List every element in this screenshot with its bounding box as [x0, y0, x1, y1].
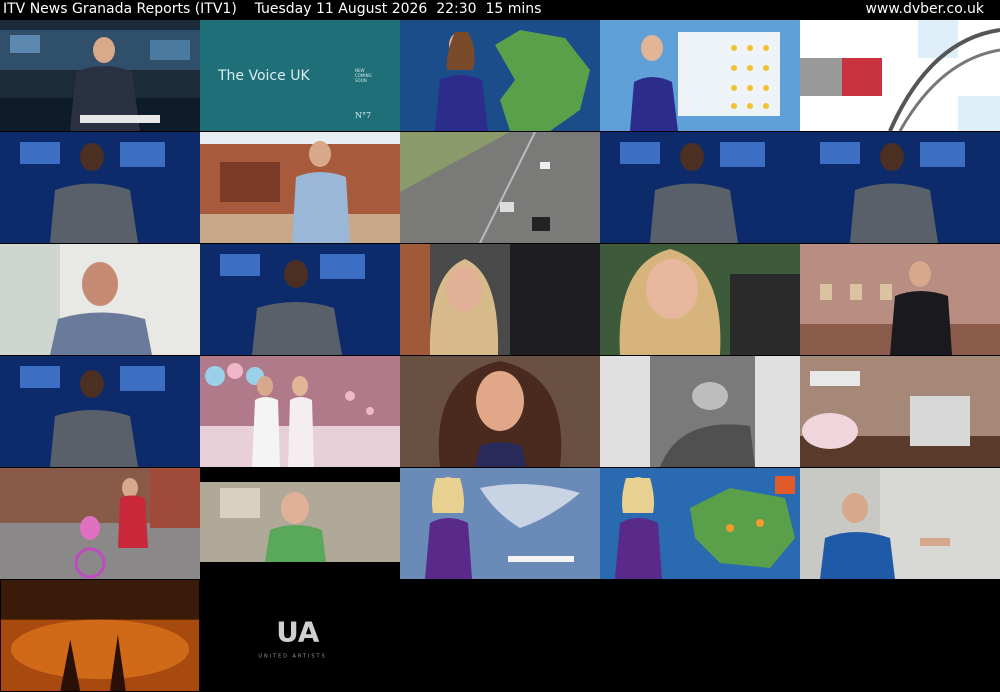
- thumbnail-sunset-feet[interactable]: [0, 580, 200, 692]
- thumbnail-wheelchair-street[interactable]: [0, 468, 200, 579]
- united-artists-text: UNITED ARTISTS: [258, 653, 326, 659]
- thumbnail-grid: The Voice UK NEW COMING SOON N°7 UA UNIT…: [0, 20, 1000, 692]
- no7-brand: N°7: [355, 111, 371, 120]
- thumbnail-united-artists-logo[interactable]: UA UNITED ARTISTS: [200, 580, 400, 692]
- thumbnail-rollercoaster[interactable]: [800, 20, 1000, 131]
- svg-text:SOON: SOON: [355, 78, 367, 83]
- thumbnail-empty: [600, 580, 800, 692]
- thumbnail-presenter-studio[interactable]: [0, 132, 200, 243]
- thumbnail-video-call-man[interactable]: [0, 244, 200, 355]
- thumbnail-woman-speaking[interactable]: [400, 356, 600, 467]
- ua-logo: UA: [276, 615, 320, 648]
- thumbnail-weather-outlook-presenter[interactable]: [600, 20, 800, 131]
- thumbnail-man-outside-building[interactable]: [200, 132, 400, 243]
- thumbnail-presenter-studio-3[interactable]: [800, 132, 1000, 243]
- thumbnail-presenter-studio-5[interactable]: [0, 356, 200, 467]
- thumbnail-newsreader-desk[interactable]: [0, 20, 200, 131]
- site-link[interactable]: www.dvber.co.uk: [865, 0, 984, 19]
- thumbnail-nursery-room[interactable]: [800, 356, 1000, 467]
- thumbnail-boy-indoors[interactable]: [200, 468, 400, 579]
- thumbnail-weather-clouds-presenter[interactable]: [400, 468, 600, 579]
- thumbnail-motorway[interactable]: [400, 132, 600, 243]
- voice-uk-text: The Voice UK: [217, 68, 310, 84]
- thumbnail-voice-uk-ad[interactable]: The Voice UK NEW COMING SOON N°7: [200, 20, 400, 131]
- thumbnail-empty: [400, 580, 600, 692]
- thumbnail-man-in-lift[interactable]: [800, 468, 1000, 579]
- thumbnail-gender-reveal-party[interactable]: [200, 356, 400, 467]
- header-bar: ITV News Granada Reports (ITV1) Tuesday …: [0, 0, 1000, 20]
- thumbnail-presenter-studio-2[interactable]: [600, 132, 800, 243]
- thumbnail-weather-map-presenter[interactable]: [400, 20, 600, 131]
- thumbnail-empty: [800, 580, 1000, 692]
- thumbnail-woman-interview[interactable]: [400, 244, 600, 355]
- programme-title: ITV News Granada Reports (ITV1) Tuesday …: [3, 1, 542, 17]
- thumbnail-weather-map-presenter-2[interactable]: [600, 468, 800, 579]
- thumbnail-presenter-studio-4[interactable]: [200, 244, 400, 355]
- thumbnail-newborn-photo[interactable]: [600, 356, 800, 467]
- thumbnail-woman-closeup[interactable]: [600, 244, 800, 355]
- thumbnail-man-in-cafe[interactable]: [800, 244, 1000, 355]
